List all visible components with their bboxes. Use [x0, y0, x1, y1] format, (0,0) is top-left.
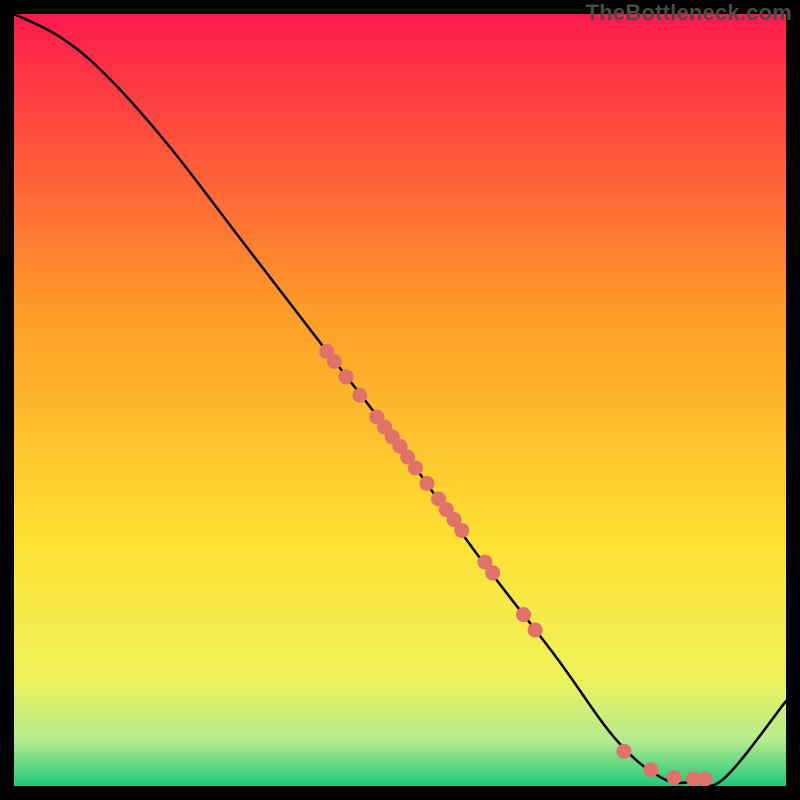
heat-gradient-bg [14, 14, 786, 786]
chart-stage: TheBottleneck.com [0, 0, 800, 800]
plot-area [14, 14, 786, 786]
